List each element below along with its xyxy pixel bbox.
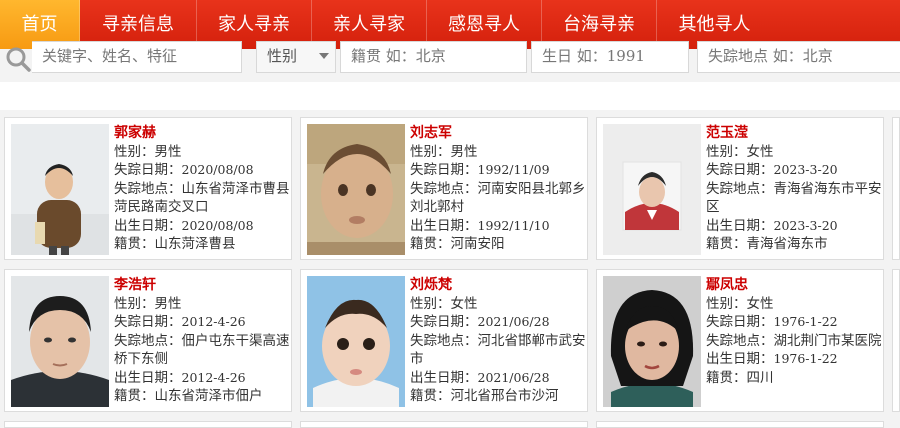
gender-select-label: 性别 — [267, 47, 298, 65]
missing-place-value: 湖北荆门市某医院 — [773, 332, 882, 349]
birth-date-row: 出生日期：2021/06/28 — [410, 369, 550, 386]
search-bar: 关键字、姓名、特征 性别 籍贯 如：北京 生日 如：1991 失踪地点 如：北京 — [0, 41, 900, 82]
birth-date-row: 出生日期：2023-3-20 — [706, 217, 838, 234]
person-card-partial[interactable] — [300, 421, 588, 428]
hometown-value: 河南安阳 — [450, 236, 505, 252]
person-card[interactable]: 刘志军 性别：男性 失踪日期：1992/11/09 失踪地点：河南安阳县北郭乡刘… — [300, 117, 588, 260]
person-name[interactable]: 郭家赫 — [114, 124, 290, 143]
location-placeholder: 失踪地点 如：北京 — [708, 47, 833, 65]
gender-select[interactable]: 性别 — [256, 41, 336, 73]
missing-place-row: 失踪地点：河北省邯郸市武安市 — [410, 332, 586, 368]
person-card-partial[interactable] — [596, 421, 884, 428]
keyword-input[interactable]: 关键字、姓名、特征 — [32, 41, 242, 73]
missing-date-value: 1976-1-22 — [773, 314, 838, 329]
spacer-band — [0, 82, 900, 110]
hometown-row: 籍贯：山东菏泽曹县 — [114, 236, 236, 252]
keyword-placeholder: 关键字、姓名、特征 — [42, 47, 178, 65]
person-name[interactable]: 范玉滢 — [706, 124, 882, 143]
hometown-row: 籍贯：青海省海东市 — [706, 236, 828, 252]
missing-date-value: 2012-4-26 — [181, 314, 246, 329]
missing-date-row: 失踪日期：2023-3-20 — [706, 162, 838, 178]
birthday-placeholder: 生日 如：1991 — [542, 47, 645, 65]
person-photo[interactable] — [307, 276, 405, 407]
missing-date-value: 2020/08/08 — [181, 162, 254, 177]
missing-date-row: 失踪日期：1976-1-22 — [706, 314, 838, 330]
birth-date-row: 出生日期：2020/08/08 — [114, 217, 254, 234]
person-name[interactable]: 刘志军 — [410, 124, 586, 143]
birth-date-row: 出生日期：1976-1-22 — [706, 351, 838, 367]
hometown-value: 河北省邢台市沙河 — [450, 388, 559, 404]
hometown-row: 籍贯：四川 — [706, 369, 774, 386]
gender-row: 性别：女性 — [706, 143, 774, 160]
missing-place-row: 失踪地点：青海省海东市平安区 — [706, 180, 882, 216]
person-card[interactable]: 鄢凤忠 性别：女性 失踪日期：1976-1-22 失踪地点：湖北荆门市某医院 出… — [596, 269, 884, 412]
hometown-value: 山东菏泽曹县 — [154, 236, 236, 252]
person-info: 刘烁梵 性别：女性 失踪日期：2021/06/28 失踪地点：河北省邯郸市武安市… — [410, 276, 586, 406]
birth-date-value: 2020/08/08 — [181, 217, 254, 233]
missing-place-row: 失踪地点：山东省菏泽市曹县菏民路南交叉口 — [114, 180, 290, 216]
gender-value: 男性 — [154, 295, 182, 312]
gender-row: 性别：男性 — [114, 295, 182, 312]
person-card[interactable]: 范玉滢 性别：女性 失踪日期：2023-3-20 失踪地点：青海省海东市平安区 … — [596, 117, 884, 260]
person-card[interactable]: 李浩轩 性别：男性 失踪日期：2012-4-26 失踪地点：佃户屯东干渠高速桥下… — [4, 269, 292, 412]
chevron-down-icon — [319, 53, 329, 59]
person-card-partial[interactable] — [892, 117, 900, 260]
hometown-input[interactable]: 籍贯 如：北京 — [340, 41, 527, 73]
person-card[interactable]: 刘烁梵 性别：女性 失踪日期：2021/06/28 失踪地点：河北省邯郸市武安市… — [300, 269, 588, 412]
birth-date-value: 2021/06/28 — [477, 369, 550, 385]
missing-place-row: 失踪地点：河南安阳县北郭乡刘北郭村 — [410, 180, 586, 216]
gender-value: 男性 — [154, 143, 182, 160]
person-photo[interactable] — [603, 276, 701, 407]
gender-value: 男性 — [450, 143, 478, 160]
person-photo[interactable] — [307, 124, 405, 255]
gender-row: 性别：女性 — [706, 295, 774, 312]
person-name[interactable]: 刘烁梵 — [410, 276, 586, 295]
birth-date-value: 2023-3-20 — [773, 217, 838, 233]
birth-date-value: 1976-1-22 — [773, 351, 838, 366]
hometown-row: 籍贯：河南安阳 — [410, 236, 505, 252]
missing-place-row: 失踪地点：湖北荆门市某医院 — [706, 332, 882, 349]
birthday-input[interactable]: 生日 如：1991 — [531, 41, 689, 73]
missing-date-value: 2023-3-20 — [773, 162, 838, 177]
person-info: 鄢凤忠 性别：女性 失踪日期：1976-1-22 失踪地点：湖北荆门市某医院 出… — [706, 276, 882, 387]
person-info: 李浩轩 性别：男性 失踪日期：2012-4-26 失踪地点：佃户屯东干渠高速桥下… — [114, 276, 290, 406]
birth-date-value: 1992/11/10 — [477, 217, 550, 233]
missing-place-row: 失踪地点：佃户屯东干渠高速桥下东侧 — [114, 332, 290, 368]
birth-date-row: 出生日期：2012-4-26 — [114, 369, 246, 386]
person-name[interactable]: 鄢凤忠 — [706, 276, 882, 295]
person-info: 刘志军 性别：男性 失踪日期：1992/11/09 失踪地点：河南安阳县北郭乡刘… — [410, 124, 586, 254]
person-card-partial[interactable] — [892, 269, 900, 412]
person-info: 范玉滢 性别：女性 失踪日期：2023-3-20 失踪地点：青海省海东市平安区 … — [706, 124, 882, 254]
missing-date-row: 失踪日期：1992/11/09 — [410, 162, 550, 178]
gender-row: 性别：男性 — [114, 143, 182, 160]
hometown-row: 籍贯：河北省邢台市沙河 — [410, 388, 559, 404]
missing-date-row: 失踪日期：2012-4-26 — [114, 314, 246, 330]
birth-date-row: 出生日期：1992/11/10 — [410, 217, 550, 234]
person-card[interactable]: 郭家赫 性别：男性 失踪日期：2020/08/08 失踪地点：山东省菏泽市曹县菏… — [4, 117, 292, 260]
hometown-value: 山东省菏泽市佃户 — [154, 388, 263, 404]
missing-date-row: 失踪日期：2020/08/08 — [114, 162, 254, 178]
hometown-placeholder: 籍贯 如：北京 — [351, 47, 446, 65]
person-photo[interactable] — [11, 276, 109, 407]
missing-date-value: 2021/06/28 — [477, 314, 550, 329]
missing-date-row: 失踪日期：2021/06/28 — [410, 314, 550, 330]
gender-row: 性别：男性 — [410, 143, 478, 160]
hometown-row: 籍贯：山东省菏泽市佃户 — [114, 388, 263, 404]
person-info: 郭家赫 性别：男性 失踪日期：2020/08/08 失踪地点：山东省菏泽市曹县菏… — [114, 124, 290, 254]
person-card-partial[interactable] — [4, 421, 292, 428]
gender-value: 女性 — [746, 143, 774, 160]
gender-value: 女性 — [450, 295, 478, 312]
hometown-value: 四川 — [746, 369, 774, 386]
gender-row: 性别：女性 — [410, 295, 478, 312]
birth-date-value: 2012-4-26 — [181, 369, 246, 385]
hometown-value: 青海省海东市 — [746, 236, 828, 252]
gender-value: 女性 — [746, 295, 774, 312]
location-input[interactable]: 失踪地点 如：北京 — [697, 41, 900, 73]
person-photo[interactable] — [11, 124, 109, 255]
person-name[interactable]: 李浩轩 — [114, 276, 290, 295]
search-icon[interactable] — [3, 45, 33, 75]
missing-date-value: 1992/11/09 — [477, 162, 550, 177]
person-photo[interactable] — [603, 124, 701, 255]
